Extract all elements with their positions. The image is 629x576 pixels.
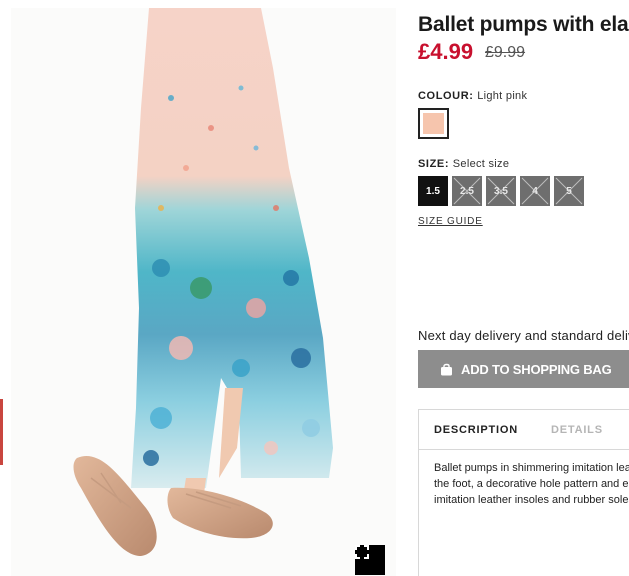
size-options: 1.5 2.5 3.5 4 5	[418, 176, 584, 206]
size-guide-link[interactable]: SIZE GUIDE	[418, 216, 483, 227]
size-option-label: 4	[532, 185, 538, 197]
original-price: £9.99	[485, 44, 526, 61]
size-option-4[interactable]: 4	[520, 176, 550, 206]
product-details-panel: Ballet pumps with elastic £4.99 £9.99 CO…	[418, 0, 629, 576]
tab-details[interactable]: DETAILS	[551, 424, 603, 436]
product-info-tabs: DESCRIPTION DETAILS Ballet pumps in shim…	[418, 409, 629, 576]
current-price: £4.99	[418, 39, 474, 64]
colour-heading: COLOUR:	[418, 90, 474, 102]
fullscreen-button[interactable]	[355, 545, 385, 575]
size-placeholder: Select size	[452, 158, 510, 170]
product-title: Ballet pumps with elastic	[418, 13, 629, 36]
size-option-label: 2.5	[460, 185, 474, 197]
product-photo-illustration	[73, 8, 333, 556]
product-image[interactable]	[11, 8, 396, 576]
size-option-2-5[interactable]: 2.5	[452, 176, 482, 206]
add-to-bag-button[interactable]: ADD TO SHOPPING BAG	[418, 350, 629, 388]
size-option-label: 1.5	[426, 185, 440, 197]
previous-thumbnail-edge[interactable]	[0, 399, 3, 465]
size-heading: SIZE:	[418, 158, 450, 170]
colour-swatch-light-pink[interactable]	[418, 108, 449, 139]
colour-value: Light pink	[477, 90, 528, 102]
description-line: Ballet pumps in shimmering imitation lea…	[434, 462, 629, 474]
description-line: the foot, a decorative hole pattern and …	[434, 478, 629, 490]
description-text: Ballet pumps in shimmering imitation lea…	[434, 460, 629, 508]
description-line: imitation leather insoles and rubber sol…	[434, 494, 629, 506]
delivery-info: Next day delivery and standard delivery	[418, 328, 629, 343]
add-to-bag-label: ADD TO SHOPPING BAG	[461, 361, 612, 377]
size-option-label: 3.5	[494, 185, 508, 197]
tab-bar: DESCRIPTION DETAILS	[419, 410, 629, 450]
fullscreen-icon	[355, 545, 369, 559]
size-option-3-5[interactable]: 3.5	[486, 176, 516, 206]
size-label: SIZE: Select size	[418, 158, 509, 170]
size-option-1-5[interactable]: 1.5	[418, 176, 448, 206]
tab-description[interactable]: DESCRIPTION	[434, 424, 518, 436]
size-option-label: 5	[566, 185, 572, 197]
colour-swatch-fill	[423, 113, 444, 134]
shopping-bag-icon	[441, 363, 452, 375]
colour-label: COLOUR: Light pink	[418, 90, 527, 102]
size-option-5[interactable]: 5	[554, 176, 584, 206]
